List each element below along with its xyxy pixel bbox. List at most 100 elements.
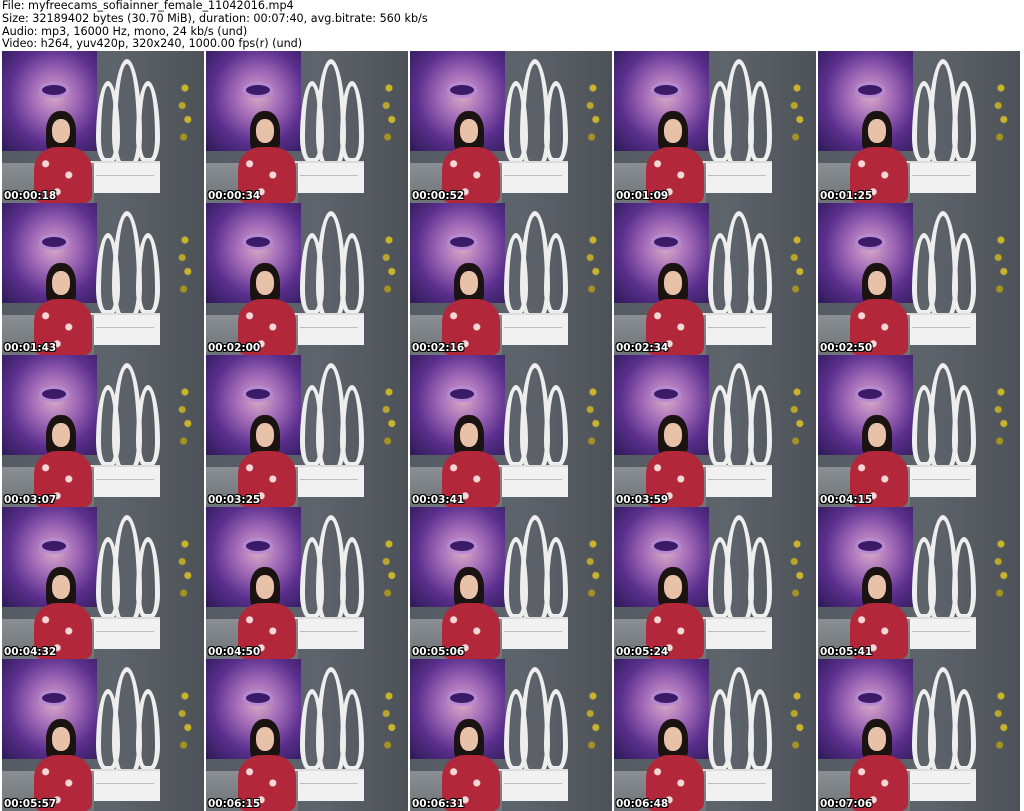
plant-image <box>382 81 396 151</box>
video-thumbnail: 00:06:48 <box>614 659 816 811</box>
video-thumbnail: 00:00:52 <box>410 51 612 203</box>
video-thumbnail: 00:02:00 <box>206 203 408 355</box>
plant-image <box>790 81 804 151</box>
plant-image <box>178 537 192 607</box>
thumbnail-timestamp: 00:03:07 <box>4 494 57 506</box>
cabinet-image <box>906 313 976 345</box>
mirror-frame-image <box>706 59 772 177</box>
mirror-frame-image <box>298 515 364 633</box>
plant-image <box>790 537 804 607</box>
cabinet-image <box>294 617 364 649</box>
mirror-frame-image <box>706 211 772 329</box>
video-thumbnail: 00:06:15 <box>206 659 408 811</box>
plant-image <box>178 385 192 455</box>
video-thumbnail: 00:05:06 <box>410 507 612 659</box>
video-thumbnail: 00:03:07 <box>2 355 204 507</box>
thumbnail-timestamp: 00:02:50 <box>820 342 873 354</box>
mirror-frame-image <box>298 59 364 177</box>
mirror-frame-image <box>502 363 568 481</box>
plant-image <box>586 81 600 151</box>
plant-image <box>382 689 396 759</box>
thumbnail-timestamp: 00:06:15 <box>208 798 261 810</box>
mirror-frame-image <box>94 211 160 329</box>
mirror-frame-image <box>910 211 976 329</box>
plant-image <box>178 233 192 303</box>
video-thumbnail: 00:04:32 <box>2 507 204 659</box>
mirror-frame-image <box>94 59 160 177</box>
cabinet-image <box>294 313 364 345</box>
file-info-header: File: myfreecams_sofiainner_female_11042… <box>0 0 1024 51</box>
mirror-frame-image <box>298 363 364 481</box>
plant-image <box>178 81 192 151</box>
cabinet-image <box>906 161 976 193</box>
video-thumbnail: 00:05:41 <box>818 507 1020 659</box>
plant-image <box>994 537 1008 607</box>
plant-image <box>382 537 396 607</box>
cabinet-image <box>90 465 160 497</box>
cabinet-image <box>906 617 976 649</box>
thumbnail-timestamp: 00:04:15 <box>820 494 873 506</box>
plant-image <box>790 689 804 759</box>
cabinet-image <box>906 465 976 497</box>
cabinet-image <box>498 465 568 497</box>
video-info-line: Video: h264, yuv420p, 320x240, 1000.00 f… <box>2 37 303 51</box>
mirror-frame-image <box>298 211 364 329</box>
video-thumbnail: 00:03:59 <box>614 355 816 507</box>
plant-image <box>790 233 804 303</box>
mirror-frame-image <box>298 667 364 785</box>
thumbnail-timestamp: 00:03:41 <box>412 494 465 506</box>
cabinet-image <box>294 465 364 497</box>
thumbnail-timestamp: 00:05:41 <box>820 646 873 658</box>
thumbnail-timestamp: 00:05:57 <box>4 798 57 810</box>
plant-image <box>586 233 600 303</box>
video-thumbnail: 00:06:31 <box>410 659 612 811</box>
thumbnail-timestamp: 00:04:50 <box>208 646 261 658</box>
plant-image <box>994 385 1008 455</box>
cabinet-image <box>906 769 976 801</box>
thumbnail-timestamp: 00:05:06 <box>412 646 465 658</box>
mirror-frame-image <box>94 363 160 481</box>
mirror-frame-image <box>94 515 160 633</box>
mirror-frame-image <box>910 59 976 177</box>
cabinet-image <box>498 313 568 345</box>
thumbnail-timestamp: 00:02:34 <box>616 342 669 354</box>
thumbnail-timestamp: 00:01:43 <box>4 342 57 354</box>
thumbnail-timestamp: 00:04:32 <box>4 646 57 658</box>
cabinet-image <box>90 769 160 801</box>
file-size-line: Size: 32189402 bytes (30.70 MiB), durati… <box>2 11 428 25</box>
cabinet-image <box>498 161 568 193</box>
video-thumbnail: 00:05:24 <box>614 507 816 659</box>
video-thumbnail: 00:02:34 <box>614 203 816 355</box>
thumbnail-timestamp: 00:06:31 <box>412 798 465 810</box>
mirror-frame-image <box>502 667 568 785</box>
mirror-frame-image <box>910 667 976 785</box>
cabinet-image <box>702 313 772 345</box>
mirror-frame-image <box>910 515 976 633</box>
mirror-frame-image <box>94 667 160 785</box>
video-thumbnail: 00:02:16 <box>410 203 612 355</box>
plant-image <box>178 689 192 759</box>
video-thumbnail: 00:07:06 <box>818 659 1020 811</box>
mirror-frame-image <box>706 667 772 785</box>
plant-image <box>994 81 1008 151</box>
mirror-frame-image <box>502 515 568 633</box>
cabinet-image <box>90 161 160 193</box>
thumbnail-timestamp: 00:06:48 <box>616 798 669 810</box>
video-thumbnail: 00:01:25 <box>818 51 1020 203</box>
video-thumbnail: 00:03:41 <box>410 355 612 507</box>
thumbnail-grid: 00:00:18 00:00:34 00:00:52 00:01:09 00:01:25… <box>0 51 1024 811</box>
cabinet-image <box>702 769 772 801</box>
plant-image <box>586 537 600 607</box>
thumbnail-timestamp: 00:00:52 <box>412 190 465 202</box>
video-thumbnail: 00:03:25 <box>206 355 408 507</box>
video-thumbnail: 00:00:18 <box>2 51 204 203</box>
video-thumbnail: 00:01:09 <box>614 51 816 203</box>
cabinet-image <box>702 161 772 193</box>
video-thumbnail: 00:04:50 <box>206 507 408 659</box>
mirror-frame-image <box>910 363 976 481</box>
plant-image <box>790 385 804 455</box>
thumbnail-timestamp: 00:00:34 <box>208 190 261 202</box>
cabinet-image <box>702 617 772 649</box>
plant-image <box>382 385 396 455</box>
mirror-frame-image <box>502 211 568 329</box>
